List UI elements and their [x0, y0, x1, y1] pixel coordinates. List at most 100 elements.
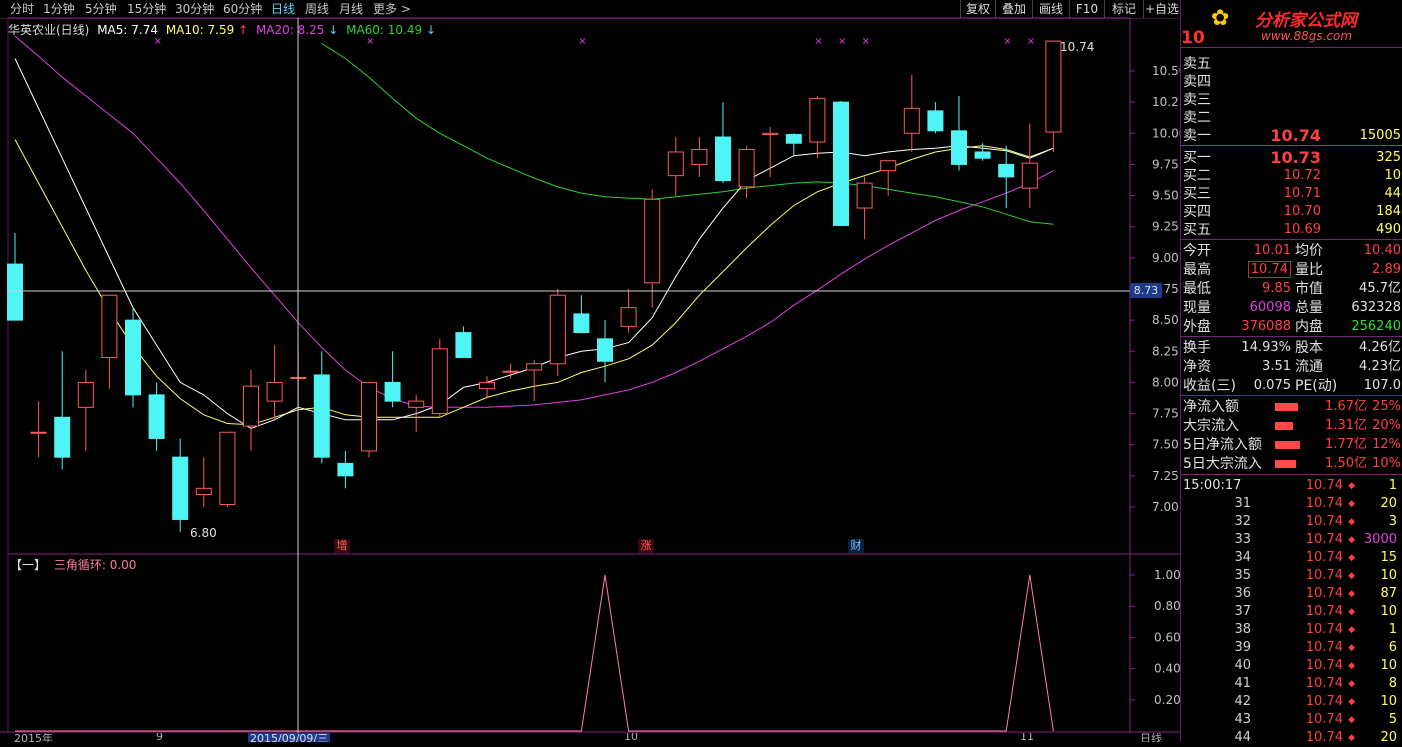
low-price-label: 6.80 — [190, 526, 217, 540]
indicator-window-title[interactable]: 【一】 — [10, 558, 46, 572]
tick-volume: 6 — [1388, 640, 1397, 655]
fundamental-value: 14.93% — [1241, 340, 1291, 355]
bid-level-label: 买五 — [1183, 222, 1211, 238]
tick-direction-icon: ◆ — [1348, 679, 1355, 689]
ma20-line — [14, 35, 1054, 408]
candle-body — [313, 374, 330, 458]
indicator-axis-label: 0.60 — [1154, 630, 1180, 644]
tick-volume: 10 — [1380, 568, 1397, 583]
tick-row: 34 10.74 ◆ 15 — [1181, 549, 1402, 567]
price-crosshair-marker: 8.73 — [1130, 283, 1162, 298]
brand-watermark: ✿ 分析家公式网 www.88gs.com — [1209, 2, 1399, 46]
tick-volume: 20 — [1380, 730, 1397, 745]
candle-body — [833, 101, 849, 226]
fundamental-label: 股本 — [1295, 340, 1323, 356]
date-axis: 2015年 9 2015/09/09/三 10 11 日线 — [0, 733, 1180, 742]
indicator-line — [15, 574, 1054, 732]
tick-direction-icon: ◆ — [1348, 517, 1355, 527]
candle-body — [337, 462, 354, 477]
stat-row: 今开 10.01 均价 10.40 — [1181, 242, 1402, 260]
indicator-axis-label: 0.40 — [1154, 662, 1180, 676]
fundamental-row: 净资 3.51 流通 4.23亿 — [1181, 358, 1402, 376]
price-axis-label: 7.75 — [1152, 407, 1179, 421]
capital-flow-bar — [1275, 422, 1293, 430]
tick-row: 35 10.74 ◆ 10 — [1181, 567, 1402, 585]
candle-body — [361, 381, 377, 452]
stat-label: 现量 — [1183, 300, 1211, 316]
candle-body — [573, 313, 590, 334]
tick-volume: 1 — [1388, 478, 1397, 493]
ma10-arrow-icon: ↑ — [238, 23, 249, 37]
candle-body — [809, 97, 826, 143]
indicator-axis-label: 0.20 — [1154, 693, 1180, 707]
fundamental-label: 收益(三) — [1183, 378, 1236, 394]
bid-row: 买三 10.71 44 — [1181, 185, 1402, 203]
event-marker-zhang[interactable]: 涨 — [638, 539, 654, 553]
candle-body — [549, 294, 566, 365]
price-axis-label: 10.50 — [1152, 64, 1180, 78]
ma20-label: MA20: 8.25 — [255, 23, 325, 37]
tick-price: 10.74 — [1305, 658, 1343, 673]
stat-label: 均价 — [1295, 243, 1323, 259]
ma5-label: MA5: 7.74 — [97, 23, 158, 37]
candle-body — [266, 381, 283, 402]
cross-mark-icon: × — [862, 36, 870, 47]
candle-body — [219, 431, 236, 506]
tick-time: 39 — [1234, 640, 1251, 655]
bid-level-label: 买一 — [1183, 150, 1211, 166]
event-marker-zeng[interactable]: 增 — [334, 539, 350, 553]
cross-mark-icon: × — [1003, 36, 1011, 47]
capital-flow-amount: 1.77亿 — [1325, 437, 1367, 452]
fundamental-value: 0.075 — [1253, 378, 1291, 393]
brand-name: 分析家公式网 — [1255, 11, 1357, 31]
sub-plot-group: 0.20 0.40 0.60 0.80 1.00 — [15, 568, 1180, 732]
tick-volume: 87 — [1380, 586, 1397, 601]
tick-direction-icon: ◆ — [1348, 733, 1355, 743]
candle-body — [1045, 40, 1062, 133]
cross-mark-icon: × — [838, 36, 846, 47]
tick-row: 42 10.74 ◆ 10 — [1181, 693, 1402, 711]
tick-price: 10.74 — [1305, 550, 1343, 565]
price-axis-label: 10.00 — [1152, 126, 1180, 140]
stat-value: 376088 — [1241, 319, 1291, 334]
capital-flow-bar — [1275, 460, 1296, 468]
tick-row: 31 10.74 ◆ 20 — [1181, 495, 1402, 513]
fundamental-row: 收益(三) 0.075 PE(动) 107.0 — [1181, 377, 1402, 395]
candle-body — [974, 151, 991, 159]
stock-code-partial: 10 — [1181, 28, 1205, 48]
indicator-legend: 【一】 三角循环: 0.00 — [10, 556, 136, 573]
tick-direction-icon: ◆ — [1348, 625, 1355, 635]
capital-flow-bar — [1275, 441, 1300, 449]
stat-label: 内盘 — [1295, 319, 1323, 335]
candle-body — [856, 182, 873, 209]
kline-chart[interactable]: × × × × × × × × 0.200.400.600.801.00 7.007.257.… — [0, 0, 1180, 742]
candle-body — [1021, 162, 1038, 189]
tick-row: 32 10.74 ◆ 3 — [1181, 513, 1402, 531]
main-plot-group: × × × × × × × × — [7, 35, 1062, 532]
price-axis-label: 7.50 — [1152, 438, 1179, 452]
capital-flow-label: 5日大宗流入 — [1183, 456, 1262, 472]
fundamental-value: 4.26亿 — [1359, 340, 1401, 355]
price-axis-label: 7.25 — [1152, 469, 1179, 483]
date-axis-month-10: 10 — [624, 733, 638, 742]
candle-body — [502, 370, 519, 373]
fundamental-row: 换手 14.93% 股本 4.26亿 — [1181, 339, 1402, 357]
candle-body — [30, 431, 47, 434]
tick-volume: 20 — [1380, 496, 1397, 511]
candle-body — [455, 332, 472, 359]
ask-row: 卖三 — [1181, 91, 1402, 109]
ma20-arrow-icon: ↓ — [328, 23, 339, 37]
price-axis-label: 10.25 — [1152, 95, 1180, 109]
stat-row: 外盘 376088 内盘 256240 — [1181, 318, 1402, 336]
bid-volume: 325 — [1376, 150, 1401, 165]
capital-flow-amount: 1.67亿 — [1325, 399, 1367, 414]
event-marker-cai[interactable]: 财 — [848, 539, 864, 553]
ask-level-label: 卖一 — [1183, 128, 1211, 144]
tick-time: 15:00:17 — [1183, 478, 1242, 493]
tick-row: 43 10.74 ◆ 5 — [1181, 711, 1402, 729]
price-axis-label: 7.00 — [1152, 500, 1179, 514]
candle-body — [620, 307, 637, 327]
tick-price: 10.74 — [1305, 568, 1343, 583]
tick-row: 37 10.74 ◆ 10 — [1181, 603, 1402, 621]
candle-body — [243, 385, 259, 427]
